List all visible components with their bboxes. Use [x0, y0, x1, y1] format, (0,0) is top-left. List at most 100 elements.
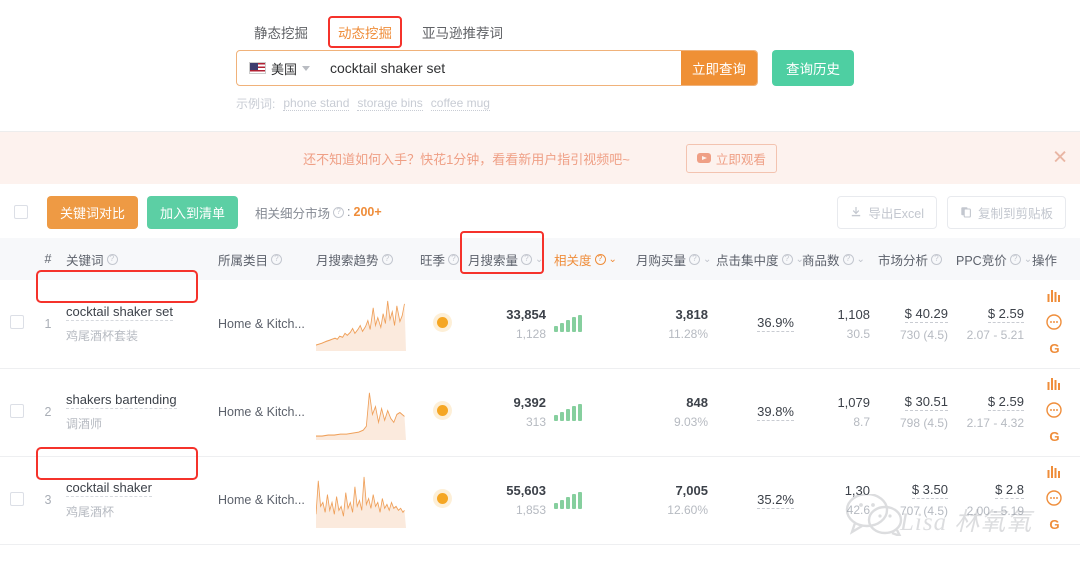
help-icon[interactable]: ?	[689, 253, 701, 265]
row-checkbox[interactable]	[10, 315, 24, 330]
relevance-bars-icon	[554, 491, 628, 509]
th-products-label: 商品数	[802, 253, 840, 268]
help-icon[interactable]: ?	[448, 253, 460, 265]
google-icon[interactable]: G	[1047, 341, 1062, 359]
row-market-price[interactable]: $ 40.29	[904, 306, 948, 323]
google-icon[interactable]: G	[1047, 429, 1062, 447]
search-submit-button[interactable]: 立即查询	[681, 51, 757, 85]
us-flag-icon	[249, 62, 266, 74]
table-row[interactable]: 2 shakers bartending 调酒师 Home & Kitch...…	[0, 368, 1080, 456]
example-keyword-3[interactable]: coffee mug	[430, 96, 490, 111]
row-search-volume: 33,854	[506, 306, 546, 322]
copy-clipboard-button[interactable]: 复制到剪贴板	[946, 195, 1066, 229]
copy-clipboard-label: 复制到剪贴板	[977, 206, 1053, 221]
row-market-price[interactable]: $ 30.51	[904, 394, 948, 411]
results-toolbar: 关键词对比 加入到清单 相关细分市场 ? : 200+ 导出Excel 复制到剪…	[0, 184, 1080, 238]
row-ppc-bid[interactable]: $ 2.8	[995, 482, 1024, 499]
sort-icon[interactable]: ⌄	[1024, 254, 1032, 265]
tab-amazon-suggestions[interactable]: 亚马逊推荐词	[416, 18, 509, 46]
th-category-label: 所属类目	[218, 253, 269, 268]
table-row[interactable]: 3 cocktail shaker 鸡尾酒杯 Home & Kitch... 5…	[0, 446, 1080, 544]
tab-dynamic-mining[interactable]: 动态挖掘	[328, 16, 402, 48]
bar-chart-icon[interactable]	[1047, 377, 1062, 393]
row-market-cell: $ 30.51 798 (4.5)	[874, 368, 952, 456]
row-select-cell	[0, 456, 34, 544]
row-relevance-cell	[550, 368, 632, 456]
help-icon[interactable]: ?	[381, 253, 393, 265]
row-click-concentration[interactable]: 35.2%	[757, 492, 794, 509]
help-icon[interactable]: ?	[781, 253, 793, 265]
th-select	[0, 238, 34, 280]
sort-icon[interactable]: ⌄	[703, 254, 711, 265]
watch-video-label: 立即观看	[715, 152, 766, 167]
add-to-list-button[interactable]: 加入到清单	[147, 195, 239, 229]
tab-static-mining[interactable]: 静态挖掘	[248, 18, 314, 46]
th-relevance[interactable]: 相关度? ⌄	[550, 238, 632, 280]
sort-icon[interactable]: ⌄	[609, 254, 617, 265]
example-keyword-1[interactable]: phone stand	[283, 96, 350, 111]
bar-chart-icon[interactable]	[1047, 289, 1062, 305]
export-excel-button[interactable]: 导出Excel	[837, 195, 937, 229]
help-icon[interactable]: ?	[931, 253, 943, 265]
row-click-concentration[interactable]: 36.9%	[757, 315, 794, 333]
row-purchases-cell: 3,818 11.28%	[632, 280, 712, 368]
row-trend-cell[interactable]	[312, 456, 416, 544]
help-icon[interactable]: ?	[1009, 253, 1021, 265]
row-ppc-cell: $ 2.8 2.00 - 5.19	[952, 456, 1028, 544]
compare-keywords-button[interactable]: 关键词对比	[47, 195, 139, 229]
onboarding-banner: 还不知道如何入手？快花1分钟，看看新用户指引视频吧~ 立即观看 ✕	[0, 132, 1080, 184]
row-ppc-range: 2.00 - 5.19	[966, 504, 1024, 518]
row-checkbox[interactable]	[10, 403, 24, 418]
help-icon[interactable]: ?	[333, 206, 345, 218]
example-keyword-2[interactable]: storage bins	[357, 96, 423, 111]
google-icon[interactable]: G	[1047, 517, 1062, 535]
row-keyword-en[interactable]: shakers bartending	[66, 392, 177, 409]
row-checkbox[interactable]	[10, 491, 24, 506]
row-products: 1,30	[844, 483, 870, 498]
peak-season-indicator	[436, 405, 448, 416]
row-season-cell	[416, 368, 464, 456]
row-click-concentration[interactable]: 39.8%	[757, 404, 794, 421]
select-all-checkbox[interactable]	[14, 205, 28, 219]
help-icon[interactable]: ?	[842, 253, 854, 265]
row-keyword-cn: 调酒师	[66, 417, 103, 431]
th-index-label: #	[44, 252, 52, 266]
help-icon[interactable]: ?	[271, 253, 283, 265]
row-products-cell: 1,079 8.7	[798, 368, 874, 456]
svg-text:G: G	[1049, 429, 1059, 444]
row-ppc-bid[interactable]: $ 2.59	[987, 306, 1024, 323]
country-selector[interactable]: 美国	[237, 51, 320, 85]
close-icon[interactable]: ✕	[1052, 149, 1068, 168]
th-products[interactable]: 商品数? ⌄	[798, 238, 874, 280]
sort-icon[interactable]: ⌄	[857, 254, 865, 265]
row-trend-cell[interactable]	[312, 368, 416, 456]
search-input[interactable]	[320, 51, 681, 85]
query-history-button[interactable]: 查询历史	[772, 50, 854, 86]
row-season-cell	[416, 456, 464, 544]
th-ppc[interactable]: PPC竞价? ⌄	[952, 238, 1032, 280]
row-market-price[interactable]: $ 3.50	[911, 482, 948, 499]
row-ppc-cell: $ 2.59 2.17 - 4.32	[952, 368, 1028, 456]
row-ppc-bid[interactable]: $ 2.59	[987, 394, 1024, 411]
table-row[interactable]: 1 cocktail shaker set 鸡尾酒杯套装 Home & Kitc…	[0, 270, 1080, 368]
th-purchases[interactable]: 月购买量? ⌄	[632, 238, 712, 280]
row-trend-cell[interactable]	[312, 280, 416, 368]
bar-chart-icon[interactable]	[1047, 465, 1062, 481]
help-icon[interactable]: ?	[106, 253, 118, 265]
help-icon[interactable]: ?	[594, 253, 606, 265]
row-category: Home & Kitch...	[218, 493, 305, 507]
row-click-concentration-cell: 35.2%	[712, 456, 798, 544]
more-circle-icon[interactable]	[1046, 402, 1062, 421]
watch-video-button[interactable]: 立即观看	[685, 143, 777, 173]
th-keyword-label: 关键词	[66, 253, 104, 268]
more-circle-icon[interactable]	[1046, 490, 1062, 509]
row-keyword-en[interactable]: cocktail shaker set	[66, 304, 173, 321]
th-search-volume[interactable]: 月搜索量? ⌄	[460, 231, 550, 280]
related-niche-colon: :	[347, 205, 351, 219]
sort-icon[interactable]: ⌄	[535, 254, 543, 265]
th-click-concentration[interactable]: 点击集中度? ⌄	[712, 238, 804, 280]
examples-label: 示例词:	[236, 97, 276, 111]
more-circle-icon[interactable]	[1046, 313, 1062, 333]
row-keyword-en[interactable]: cocktail shaker	[66, 480, 152, 497]
help-icon[interactable]: ?	[521, 253, 533, 265]
